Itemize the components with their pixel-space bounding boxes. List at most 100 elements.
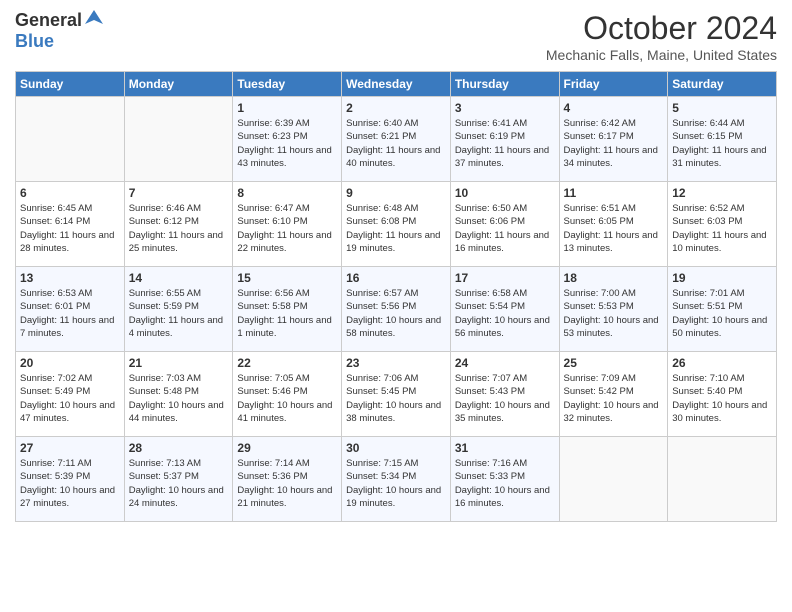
- calendar-cell: 7 Sunrise: 6:46 AMSunset: 6:12 PMDaylight…: [124, 182, 233, 267]
- col-header-wednesday: Wednesday: [342, 72, 451, 97]
- day-number: 8: [237, 186, 337, 200]
- day-number: 16: [346, 271, 446, 285]
- day-number: 9: [346, 186, 446, 200]
- cell-content: Sunrise: 6:45 AMSunset: 6:14 PMDaylight:…: [20, 202, 120, 255]
- cell-content: Sunrise: 7:02 AMSunset: 5:49 PMDaylight:…: [20, 372, 120, 425]
- col-header-sunday: Sunday: [16, 72, 125, 97]
- calendar-cell: 30 Sunrise: 7:15 AMSunset: 5:34 PMDayligh…: [342, 437, 451, 522]
- day-number: 31: [455, 441, 555, 455]
- day-number: 29: [237, 441, 337, 455]
- cell-content: Sunrise: 6:48 AMSunset: 6:08 PMDaylight:…: [346, 202, 446, 255]
- calendar-cell: 9 Sunrise: 6:48 AMSunset: 6:08 PMDaylight…: [342, 182, 451, 267]
- col-header-monday: Monday: [124, 72, 233, 97]
- header: General Blue October 2024 Mechanic Falls…: [15, 10, 777, 63]
- day-number: 30: [346, 441, 446, 455]
- day-number: 13: [20, 271, 120, 285]
- cell-content: Sunrise: 6:44 AMSunset: 6:15 PMDaylight:…: [672, 117, 772, 170]
- calendar-body: 1Sunrise: 6:39 AMSunset: 6:23 PMDaylight…: [16, 97, 777, 522]
- cell-content: Sunrise: 7:07 AMSunset: 5:43 PMDaylight:…: [455, 372, 555, 425]
- calendar-cell: 11Sunrise: 6:51 AMSunset: 6:05 PMDayligh…: [559, 182, 668, 267]
- cell-content: Sunrise: 7:00 AMSunset: 5:53 PMDaylight:…: [564, 287, 664, 340]
- calendar-cell: 18 Sunrise: 7:00 AMSunset: 5:53 PMDayligh…: [559, 267, 668, 352]
- cell-content: Sunrise: 6:50 AMSunset: 6:06 PMDaylight:…: [455, 202, 555, 255]
- cell-content: Sunrise: 7:15 AMSunset: 5:34 PMDaylight:…: [346, 457, 446, 510]
- cell-content: Sunrise: 6:58 AMSunset: 5:54 PMDaylight:…: [455, 287, 555, 340]
- day-number: 28: [129, 441, 229, 455]
- day-number: 21: [129, 356, 229, 370]
- cell-content: Sunrise: 6:46 AMSunset: 6:12 PMDaylight:…: [129, 202, 229, 255]
- cell-content: Sunrise: 6:56 AMSunset: 5:58 PMDaylight:…: [237, 287, 337, 340]
- calendar-cell: 15 Sunrise: 6:56 AMSunset: 5:58 PMDayligh…: [233, 267, 342, 352]
- calendar-cell: 3Sunrise: 6:41 AMSunset: 6:19 PMDaylight…: [450, 97, 559, 182]
- day-number: 6: [20, 186, 120, 200]
- calendar-cell: 6 Sunrise: 6:45 AMSunset: 6:14 PMDaylight…: [16, 182, 125, 267]
- cell-content: Sunrise: 6:41 AMSunset: 6:19 PMDaylight:…: [455, 117, 555, 170]
- calendar-table: SundayMondayTuesdayWednesdayThursdayFrid…: [15, 71, 777, 522]
- calendar-cell: 12 Sunrise: 6:52 AMSunset: 6:03 PMDayligh…: [668, 182, 777, 267]
- calendar-cell: 28 Sunrise: 7:13 AMSunset: 5:37 PMDayligh…: [124, 437, 233, 522]
- cell-content: Sunrise: 6:47 AMSunset: 6:10 PMDaylight:…: [237, 202, 337, 255]
- cell-content: Sunrise: 7:11 AMSunset: 5:39 PMDaylight:…: [20, 457, 120, 510]
- cell-content: Sunrise: 6:52 AMSunset: 6:03 PMDaylight:…: [672, 202, 772, 255]
- day-number: 17: [455, 271, 555, 285]
- cell-content: Sunrise: 6:55 AMSunset: 5:59 PMDaylight:…: [129, 287, 229, 340]
- day-number: 20: [20, 356, 120, 370]
- cell-content: Sunrise: 6:53 AMSunset: 6:01 PMDaylight:…: [20, 287, 120, 340]
- calendar-week-row: 20 Sunrise: 7:02 AMSunset: 5:49 PMDayligh…: [16, 352, 777, 437]
- logo-blue: Blue: [15, 31, 54, 51]
- calendar-cell: 17 Sunrise: 6:58 AMSunset: 5:54 PMDayligh…: [450, 267, 559, 352]
- calendar-cell: 14 Sunrise: 6:55 AMSunset: 5:59 PMDayligh…: [124, 267, 233, 352]
- day-number: 11: [564, 186, 664, 200]
- calendar-cell: 21Sunrise: 7:03 AMSunset: 5:48 PMDayligh…: [124, 352, 233, 437]
- day-number: 1: [237, 101, 337, 115]
- day-number: 7: [129, 186, 229, 200]
- col-header-tuesday: Tuesday: [233, 72, 342, 97]
- calendar-cell: 10Sunrise: 6:50 AMSunset: 6:06 PMDayligh…: [450, 182, 559, 267]
- cell-content: Sunrise: 7:05 AMSunset: 5:46 PMDaylight:…: [237, 372, 337, 425]
- calendar-week-row: 27 Sunrise: 7:11 AMSunset: 5:39 PMDayligh…: [16, 437, 777, 522]
- calendar-cell: 5 Sunrise: 6:44 AMSunset: 6:15 PMDaylight…: [668, 97, 777, 182]
- calendar-cell: 26 Sunrise: 7:10 AMSunset: 5:40 PMDayligh…: [668, 352, 777, 437]
- cell-content: Sunrise: 7:13 AMSunset: 5:37 PMDaylight:…: [129, 457, 229, 510]
- day-number: 18: [564, 271, 664, 285]
- calendar-cell: [668, 437, 777, 522]
- day-number: 15: [237, 271, 337, 285]
- calendar-cell: 16 Sunrise: 6:57 AMSunset: 5:56 PMDayligh…: [342, 267, 451, 352]
- day-number: 24: [455, 356, 555, 370]
- cell-content: Sunrise: 6:42 AMSunset: 6:17 PMDaylight:…: [564, 117, 664, 170]
- calendar-cell: 20 Sunrise: 7:02 AMSunset: 5:49 PMDayligh…: [16, 352, 125, 437]
- day-number: 19: [672, 271, 772, 285]
- calendar-cell: 2Sunrise: 6:40 AMSunset: 6:21 PMDaylight…: [342, 97, 451, 182]
- day-number: 22: [237, 356, 337, 370]
- calendar-cell: 29 Sunrise: 7:14 AMSunset: 5:36 PMDayligh…: [233, 437, 342, 522]
- calendar-week-row: 6 Sunrise: 6:45 AMSunset: 6:14 PMDaylight…: [16, 182, 777, 267]
- logo-general: General: [15, 10, 82, 31]
- calendar-header-row: SundayMondayTuesdayWednesdayThursdayFrid…: [16, 72, 777, 97]
- day-number: 14: [129, 271, 229, 285]
- calendar-cell: 25Sunrise: 7:09 AMSunset: 5:42 PMDayligh…: [559, 352, 668, 437]
- logo: General Blue: [15, 10, 103, 52]
- calendar-cell: 27 Sunrise: 7:11 AMSunset: 5:39 PMDayligh…: [16, 437, 125, 522]
- col-header-thursday: Thursday: [450, 72, 559, 97]
- calendar-week-row: 1Sunrise: 6:39 AMSunset: 6:23 PMDaylight…: [16, 97, 777, 182]
- calendar-cell: [559, 437, 668, 522]
- cell-content: Sunrise: 7:14 AMSunset: 5:36 PMDaylight:…: [237, 457, 337, 510]
- cell-content: Sunrise: 7:16 AMSunset: 5:33 PMDaylight:…: [455, 457, 555, 510]
- calendar-cell: 4Sunrise: 6:42 AMSunset: 6:17 PMDaylight…: [559, 97, 668, 182]
- cell-content: Sunrise: 7:06 AMSunset: 5:45 PMDaylight:…: [346, 372, 446, 425]
- day-number: 26: [672, 356, 772, 370]
- calendar-cell: 31 Sunrise: 7:16 AMSunset: 5:33 PMDayligh…: [450, 437, 559, 522]
- day-number: 12: [672, 186, 772, 200]
- cell-content: Sunrise: 6:57 AMSunset: 5:56 PMDaylight:…: [346, 287, 446, 340]
- logo-bird-icon: [85, 10, 103, 31]
- calendar-week-row: 13 Sunrise: 6:53 AMSunset: 6:01 PMDayligh…: [16, 267, 777, 352]
- cell-content: Sunrise: 6:40 AMSunset: 6:21 PMDaylight:…: [346, 117, 446, 170]
- day-number: 5: [672, 101, 772, 115]
- col-header-friday: Friday: [559, 72, 668, 97]
- calendar-cell: 22 Sunrise: 7:05 AMSunset: 5:46 PMDayligh…: [233, 352, 342, 437]
- col-header-saturday: Saturday: [668, 72, 777, 97]
- cell-content: Sunrise: 7:10 AMSunset: 5:40 PMDaylight:…: [672, 372, 772, 425]
- title-area: October 2024 Mechanic Falls, Maine, Unit…: [546, 10, 777, 63]
- calendar-cell: 19Sunrise: 7:01 AMSunset: 5:51 PMDayligh…: [668, 267, 777, 352]
- day-number: 27: [20, 441, 120, 455]
